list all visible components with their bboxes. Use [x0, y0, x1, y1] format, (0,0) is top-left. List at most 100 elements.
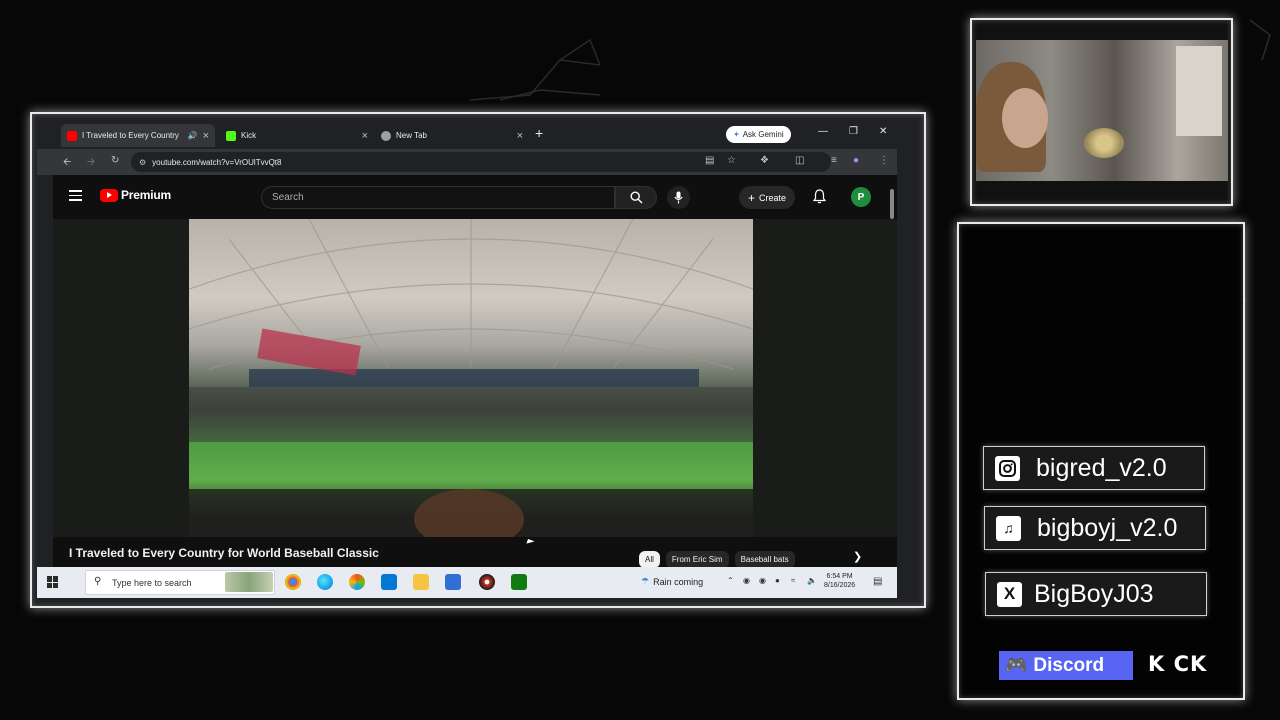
discord-controller-icon: 🎮: [1005, 655, 1028, 675]
webcam-background-flowers: [1084, 128, 1124, 158]
taskbar-clock[interactable]: 6:54 PM 8/16/2026: [824, 572, 855, 590]
x-logo-icon: X: [997, 581, 1022, 607]
youtube-premium-logo[interactable]: Premium: [100, 188, 171, 202]
clock-date: 8/16/2026: [824, 582, 856, 589]
close-tab-icon[interactable]: ×: [362, 130, 368, 142]
stadium-frame-image: [189, 219, 753, 537]
tab-strip: I Traveled to Every Country 🔊 × Kick × N…: [37, 121, 897, 149]
new-tab-button[interactable]: +: [535, 125, 543, 141]
clock-time: 6:54 PM: [826, 573, 853, 580]
forward-icon[interactable]: 🡪: [87, 155, 95, 172]
notifications-icon[interactable]: ▤: [873, 576, 882, 587]
taskbar-search-placeholder: Type here to search: [112, 577, 192, 588]
wifi-icon[interactable]: ≈: [791, 576, 795, 585]
tiktok-icon: ♫: [996, 515, 1021, 541]
copilot-app-icon[interactable]: [349, 574, 365, 590]
minimize-icon[interactable]: —: [818, 126, 828, 137]
chip-from-eric-sim[interactable]: From Eric Sim: [665, 551, 729, 567]
chrome-favicon-icon: [381, 130, 391, 141]
menu-kebab-icon[interactable]: ⋮: [879, 155, 889, 166]
site-info-icon[interactable]: ⚙: [139, 158, 146, 167]
x-handle: BigBoyJ03: [1034, 579, 1154, 608]
gemini-sparkle-icon: ✦: [733, 130, 740, 139]
search-placeholder: Search: [272, 192, 304, 203]
obs-app-icon[interactable]: [479, 574, 495, 590]
hamburger-menu-icon[interactable]: [69, 190, 82, 204]
split-view-icon[interactable]: ◫: [795, 155, 804, 166]
create-button[interactable]: + Create: [739, 186, 796, 209]
weather-widget[interactable]: ☂ Rain coming: [641, 576, 703, 587]
tab-title: I Traveled to Every Country: [82, 131, 179, 140]
chip-baseball-bats[interactable]: Baseball bats: [734, 551, 795, 567]
browser-toolbar: 🡨 🡪 ↻ ⚙ youtube.com/watch?v=VrOUlTvvQt8 …: [37, 149, 897, 175]
reading-list-icon[interactable]: ≡: [831, 155, 837, 166]
speaker-icon[interactable]: 🔊: [188, 131, 198, 140]
chevron-right-icon[interactable]: ❯: [853, 550, 862, 563]
tab-kick[interactable]: Kick ×: [220, 124, 374, 147]
rain-cloud-icon: ☂: [641, 576, 650, 586]
tab-youtube[interactable]: I Traveled to Every Country 🔊 ×: [61, 124, 215, 147]
webcam-feed: [976, 40, 1228, 181]
edge-app-icon[interactable]: [317, 574, 333, 590]
instagram-icon: [995, 455, 1020, 481]
search-icon: [629, 191, 642, 204]
windows-start-icon[interactable]: [47, 576, 59, 588]
windows-taskbar: ⚲ Type here to search ☂ Rain coming ⌃ ◉ …: [37, 567, 897, 598]
microphone-tray-icon[interactable]: ●: [775, 576, 780, 585]
youtube-favicon-icon: [67, 130, 77, 141]
close-tab-icon[interactable]: ×: [517, 130, 523, 142]
plus-icon: +: [748, 190, 756, 205]
notifications-bell-icon[interactable]: [813, 189, 826, 204]
youtube-page: Premium Search + Create P I Traveled to …: [53, 175, 897, 567]
voice-search-button[interactable]: [667, 186, 690, 209]
search-icon: ⚲: [94, 576, 102, 587]
store-app-icon[interactable]: [445, 574, 461, 590]
tab-new-tab[interactable]: New Tab ×: [375, 124, 529, 147]
cast-icon[interactable]: ▤: [705, 155, 714, 166]
instagram-handle: bigred_v2.0: [1036, 453, 1167, 482]
xbox-app-icon[interactable]: [511, 574, 527, 590]
url-text: youtube.com/watch?v=VrOUlTvvQt8: [152, 157, 282, 167]
logo-text: Premium: [121, 188, 171, 202]
restore-icon[interactable]: ❐: [849, 126, 858, 137]
chrome-app-icon[interactable]: [285, 574, 301, 590]
address-bar[interactable]: ⚙ youtube.com/watch?v=VrOUlTvvQt8: [131, 152, 831, 172]
ask-gemini-label: Ask Gemini: [742, 130, 784, 139]
microphone-icon: [674, 191, 683, 204]
profile-icon[interactable]: ●: [853, 155, 859, 166]
instagram-handle-card: bigred_v2.0: [983, 446, 1205, 490]
related-filter-chips: All From Eric Sim Baseball bats: [639, 551, 795, 567]
extensions-icon[interactable]: ❖: [760, 155, 769, 166]
ask-gemini-button[interactable]: ✦ Ask Gemini: [726, 126, 791, 143]
tab-title: New Tab: [396, 131, 427, 140]
browser-window: I Traveled to Every Country 🔊 × Kick × N…: [37, 121, 897, 598]
chevron-up-icon[interactable]: ⌃: [727, 576, 734, 585]
tab-title: Kick: [241, 131, 257, 140]
volume-icon[interactable]: 🔈: [807, 576, 817, 585]
video-player[interactable]: [189, 219, 753, 537]
page-scrollbar[interactable]: [890, 189, 894, 219]
close-window-icon[interactable]: ✕: [879, 126, 887, 137]
tiktok-handle-card: ♫ bigboyj_v2.0: [984, 506, 1206, 550]
discord-wordmark: Discord: [1033, 654, 1105, 676]
tray-app-icon[interactable]: ◉: [743, 576, 750, 585]
back-icon[interactable]: 🡨: [63, 155, 71, 172]
youtube-search-input[interactable]: Search: [261, 186, 615, 209]
bookmark-star-icon[interactable]: ☆: [727, 155, 736, 166]
kick-favicon-icon: [226, 130, 236, 141]
close-tab-icon[interactable]: ×: [203, 130, 209, 142]
video-title: I Traveled to Every Country for World Ba…: [69, 546, 379, 560]
mail-app-icon[interactable]: [381, 574, 397, 590]
discord-logo: 🎮 Discord: [999, 651, 1133, 680]
tray-app-icon[interactable]: ◉: [759, 576, 766, 585]
webcam-background-window: [1176, 46, 1222, 136]
account-avatar[interactable]: P: [851, 187, 871, 207]
tiktok-handle: bigboyj_v2.0: [1037, 513, 1178, 542]
file-explorer-icon[interactable]: [413, 574, 429, 590]
create-label: Create: [759, 192, 787, 203]
search-button[interactable]: [615, 186, 657, 209]
reload-icon[interactable]: ↻: [111, 155, 119, 166]
search-highlight-image: [225, 572, 273, 592]
chip-all[interactable]: All: [639, 551, 660, 567]
youtube-play-icon: [100, 188, 118, 202]
